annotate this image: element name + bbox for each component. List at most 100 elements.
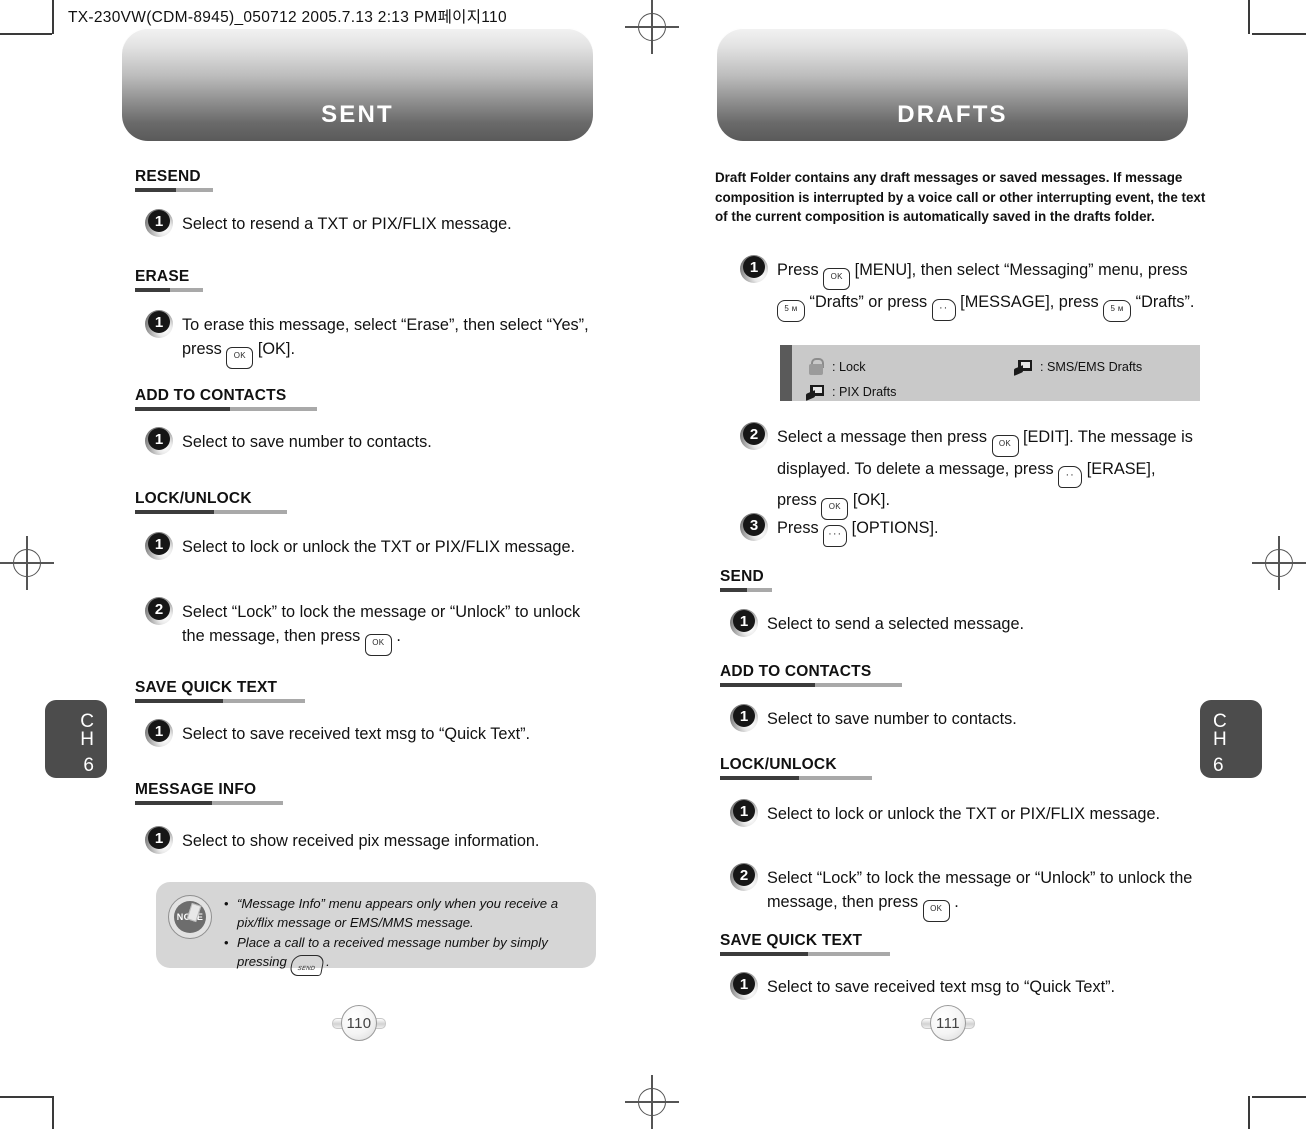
icon-legend-box: : Lock : SMS/EMS Drafts : PIX Drafts [780, 345, 1200, 401]
section-rule [135, 188, 213, 192]
ok-key-icon: OK [226, 347, 254, 369]
step-item: 2 Select “Lock” to lock the message or “U… [730, 863, 1200, 922]
chapter-tab-right-h: H [1213, 729, 1227, 750]
sms-draft-icon [1014, 358, 1033, 376]
legend-label-sms: : SMS/EMS Drafts [1040, 359, 1143, 374]
step-number: 1 [154, 430, 164, 448]
step-text: To erase this message, select “Erase”, t… [182, 313, 605, 369]
step-text: Select to save received text msg to “Qui… [767, 978, 1116, 996]
chapter-tab-left-h: H [80, 729, 94, 750]
left-soft-key-icon: ·· [931, 299, 956, 321]
sent-banner: SENT [122, 28, 593, 141]
note-icon: NOTE [168, 895, 212, 939]
step-item: 1 Select to save number to contacts. [145, 427, 605, 455]
section-heading: ERASE [135, 268, 203, 292]
number-key-icon: 5 м [1103, 300, 1132, 322]
step-number-badge: 3 [740, 513, 768, 541]
ok-key-icon: OK [823, 268, 851, 290]
note-item: • “Message Info” menu appears only when y… [224, 894, 584, 932]
step-text: Select to save number to contacts. [767, 710, 1017, 728]
step-text: Press OK [MENU], then select “Messaging”… [777, 258, 1195, 322]
step-item: 1 Select to lock or unlock the TXT or PIX… [145, 532, 605, 560]
step-number-badge: 1 [730, 609, 758, 637]
step-number-badge: 1 [145, 719, 173, 747]
legend-row: : Lock : SMS/EMS Drafts [806, 354, 1200, 379]
right-soft-key-icon: ··· [823, 525, 848, 547]
step-item: 1 Select to save received text msg to “Qu… [145, 719, 605, 747]
section-heading: MESSAGE INFO [135, 781, 283, 805]
step-number: 2 [739, 866, 749, 884]
drafts-banner-title: DRAFTS [897, 101, 1008, 128]
legend-accent-bar [780, 345, 792, 401]
step-text: Select to lock or unlock the TXT or PIX/… [767, 805, 1161, 823]
step-number-badge: 1 [145, 532, 173, 560]
left-page: SENT RESEND 1 Select to resend a TXT or PI… [60, 0, 648, 1129]
section-rule [720, 588, 772, 592]
step-number: 1 [154, 535, 164, 553]
step-text: Press ··· [OPTIONS]. [777, 516, 939, 547]
section-title: ADD TO CONTACTS [135, 387, 287, 404]
step-number: 1 [154, 212, 164, 230]
step-number: 2 [154, 600, 164, 618]
section-title: SEND [720, 568, 764, 585]
step-item: 1 Select to send a selected message. [730, 609, 1200, 637]
number-key-icon: 5 м [777, 300, 805, 322]
section-title: SAVE QUICK TEXT [720, 932, 863, 949]
step-text: Select to resend a TXT or PIX/FLIX messa… [182, 215, 512, 233]
chapter-tab-left-number: 6 [83, 755, 94, 776]
note-text-list: • “Message Info” menu appears only when y… [224, 894, 584, 977]
step-number: 1 [739, 975, 749, 993]
step-number-badge: 1 [740, 255, 768, 283]
step-number: 1 [154, 313, 164, 331]
step-item: 2 Select a message then press OK [EDIT]. … [740, 422, 1195, 520]
section-title: ADD TO CONTACTS [720, 663, 872, 680]
note-item-text: “Message Info” menu appears only when yo… [237, 896, 559, 930]
step-number-badge: 1 [730, 799, 758, 827]
step-item: 1 To erase this message, select “Erase”, … [145, 310, 605, 369]
ok-key-icon: OK [991, 435, 1019, 457]
step-item: 1 Select to save received text msg to “Qu… [730, 972, 1200, 1000]
step-number-badge: 1 [730, 704, 758, 732]
legend-label-pix: : PIX Drafts [832, 384, 897, 399]
step-text: Select to save received text msg to “Qui… [182, 725, 531, 743]
section-rule [135, 288, 203, 292]
step-text: Select to save number to contacts. [182, 433, 432, 451]
drafts-banner: DRAFTS [717, 28, 1188, 141]
step-text: Select “Lock” to lock the message or “Un… [767, 866, 1200, 922]
step-item: 2 Select “Lock” to lock the message or “U… [145, 597, 605, 656]
step-number-badge: 1 [145, 209, 173, 237]
section-rule [135, 699, 305, 703]
section-rule [135, 407, 317, 411]
crop-mark-bottom-right-v [1248, 1096, 1250, 1129]
note-item-text: Place a call to a received message numbe… [237, 933, 584, 976]
note-item: • Place a call to a received message numb… [224, 933, 584, 976]
section-rule [135, 510, 287, 514]
section-heading: SEND [720, 568, 772, 592]
page-number-badge-left: 110 [332, 1005, 386, 1041]
step-number: 1 [739, 707, 749, 725]
section-title: LOCK/UNLOCK [135, 490, 252, 507]
bullet-dot: • [224, 896, 229, 911]
step-text: Select to send a selected message. [767, 615, 1025, 633]
crop-mark-top-left [0, 33, 52, 35]
sent-banner-title: SENT [321, 101, 394, 128]
crop-mark-bottom-right [1252, 1096, 1306, 1098]
step-number: 2 [749, 425, 759, 443]
chapter-tab-left: C H 6 [45, 700, 107, 778]
section-heading: SAVE QUICK TEXT [720, 932, 890, 956]
step-text: Select to lock or unlock the TXT or PIX/… [182, 538, 576, 556]
crop-mark-top-right [1252, 33, 1306, 35]
step-text: Select “Lock” to lock the message or “Un… [182, 600, 605, 656]
step-item: 3 Press ··· [OPTIONS]. [740, 513, 1195, 547]
registration-mark-right [1252, 536, 1306, 590]
step-number: 1 [154, 722, 164, 740]
legend-label-lock: : Lock [832, 359, 866, 374]
step-number-badge: 1 [730, 972, 758, 1000]
section-heading: SAVE QUICK TEXT [135, 679, 305, 703]
ok-key-icon: OK [922, 900, 950, 922]
legend-item-lock: : Lock [806, 357, 1014, 376]
legend-item-sms: : SMS/EMS Drafts [1014, 358, 1142, 376]
note-box: NOTE • “Message Info” menu appears only w… [156, 882, 596, 976]
right-page: DRAFTS Draft Folder contains any draft m… [655, 0, 1243, 1129]
section-heading: LOCK/UNLOCK [720, 756, 872, 780]
